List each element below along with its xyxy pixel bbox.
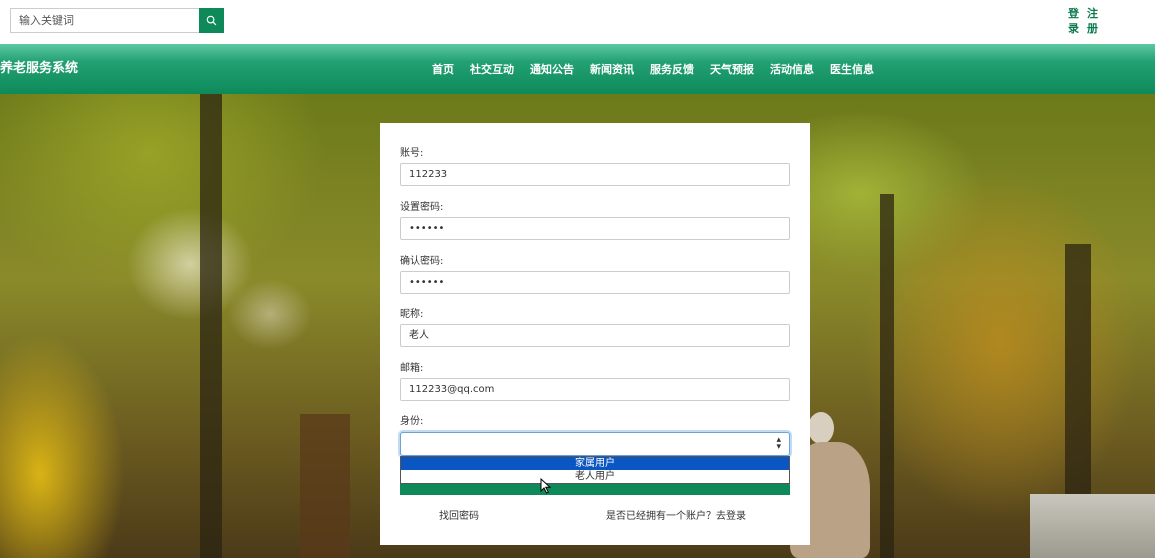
top-bar: 登 录 注 册 <box>0 0 1155 44</box>
select-arrows-icon: ▴ ▾ <box>776 435 781 452</box>
auth-links: 登 录 注 册 <box>1068 6 1098 36</box>
nav-item-weather[interactable]: 天气预报 <box>710 61 754 77</box>
account-label: 账号: <box>400 148 424 159</box>
elderly-person-head <box>808 412 834 444</box>
register-char-2: 册 <box>1087 22 1098 35</box>
password-label: 设置密码: <box>400 202 444 213</box>
tree-trunk <box>880 194 894 558</box>
nav-item-notices[interactable]: 通知公告 <box>530 61 574 77</box>
site-title: 养老服务系统 <box>0 61 79 76</box>
role-label: 身份: <box>400 416 424 427</box>
login-link[interactable]: 登 录 <box>1068 6 1079 36</box>
search-icon <box>206 15 217 26</box>
password-input[interactable]: •••••• <box>400 217 790 240</box>
confirm-password-input[interactable]: •••••• <box>400 271 790 294</box>
tree-trunk <box>200 94 222 558</box>
confirm-password-label: 确认密码: <box>400 256 444 267</box>
path <box>1030 494 1155 558</box>
login-char-1: 登 <box>1068 7 1079 20</box>
nickname-label: 昵称: <box>400 309 424 320</box>
email-input[interactable]: 112233@qq.com <box>400 378 790 401</box>
nav-item-news[interactable]: 新闻资讯 <box>590 61 634 77</box>
nav-item-feedback[interactable]: 服务反馈 <box>650 61 694 77</box>
nav-item-activities[interactable]: 活动信息 <box>770 61 814 77</box>
search-input[interactable] <box>10 8 199 33</box>
login-char-2: 录 <box>1068 22 1079 35</box>
role-options-dropdown: 家属用户 老人用户 <box>400 456 790 484</box>
nav-bar: 养老服务系统 首页 社交互动 通知公告 新闻资讯 服务反馈 天气预报 活动信息 … <box>0 44 1155 94</box>
nav-item-doctors[interactable]: 医生信息 <box>830 61 874 77</box>
role-option-family[interactable]: 家属用户 <box>401 457 789 470</box>
register-button[interactable] <box>400 484 790 495</box>
search-bar <box>10 8 224 33</box>
wooden-post <box>300 414 350 558</box>
register-char-1: 注 <box>1087 7 1098 20</box>
mouse-cursor-icon <box>540 478 552 494</box>
search-button[interactable] <box>199 8 224 33</box>
role-select[interactable]: ▴ ▾ <box>400 432 790 456</box>
forgot-password-link[interactable]: 找回密码 <box>439 507 479 522</box>
account-input[interactable]: 112233 <box>400 163 790 186</box>
nickname-input[interactable]: 老人 <box>400 324 790 347</box>
register-form: 账号: 112233 设置密码: •••••• 确认密码: •••••• 昵称:… <box>380 123 810 545</box>
role-option-elderly[interactable]: 老人用户 <box>401 470 789 483</box>
go-login-link[interactable]: 是否已经拥有一个账户？去登录 <box>606 507 746 522</box>
main-nav: 首页 社交互动 通知公告 新闻资讯 服务反馈 天气预报 活动信息 医生信息 <box>432 61 874 77</box>
register-link[interactable]: 注 册 <box>1087 6 1098 36</box>
email-label: 邮箱: <box>400 363 424 374</box>
nav-item-home[interactable]: 首页 <box>432 61 454 77</box>
nav-item-social[interactable]: 社交互动 <box>470 61 514 77</box>
